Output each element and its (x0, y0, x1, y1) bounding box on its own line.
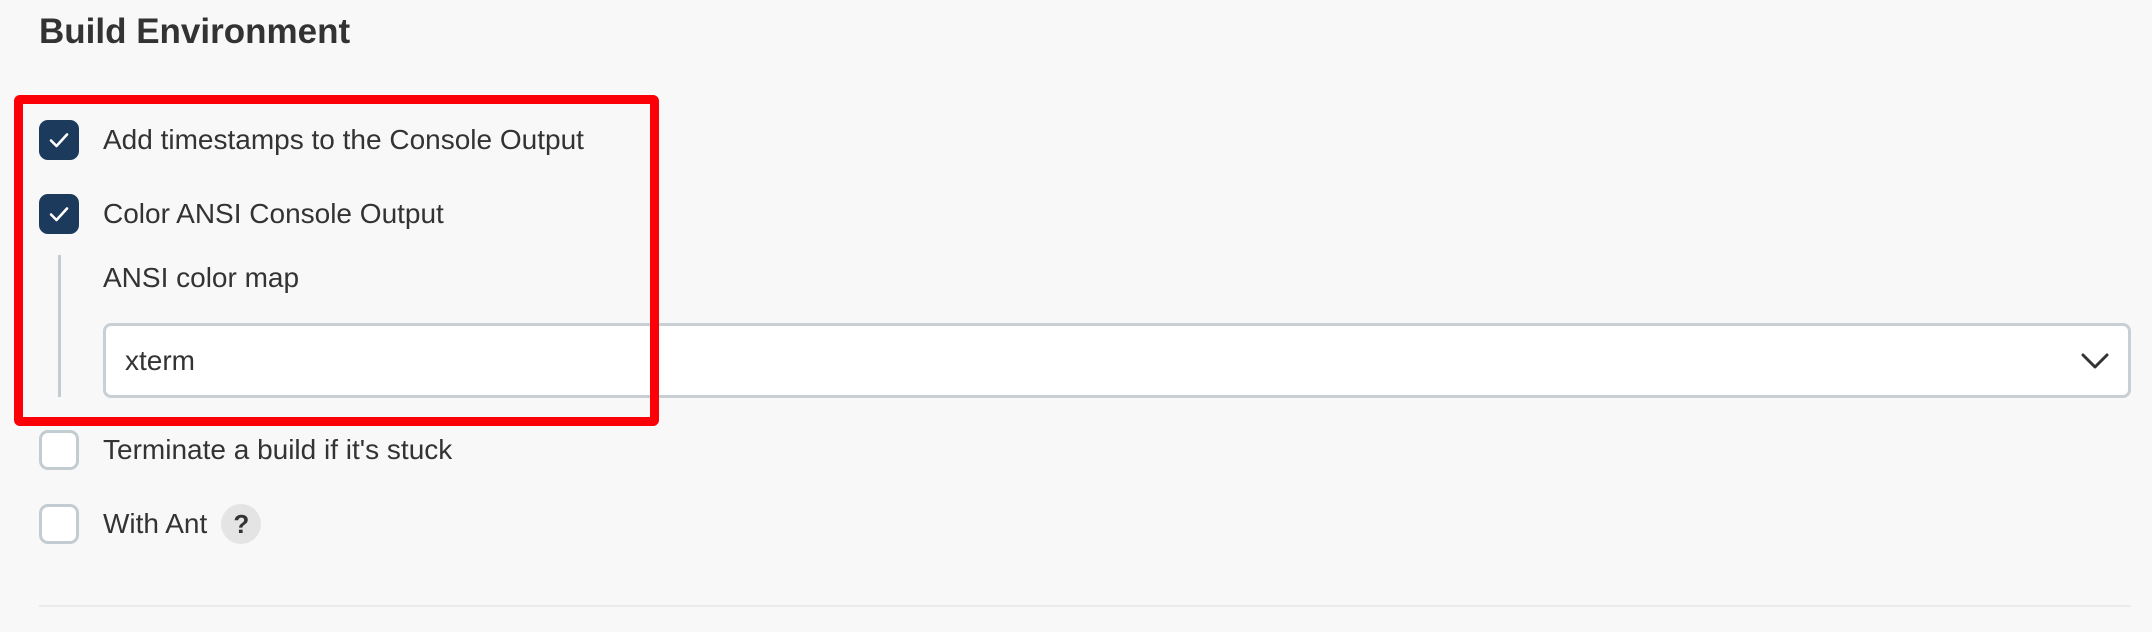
ansi-color-label: Color ANSI Console Output (103, 198, 444, 229)
with-ant-label: With Ant (103, 508, 208, 539)
section-title: Build Environment (39, 12, 351, 51)
timestamps-option[interactable]: Add timestamps to the Console Output (39, 118, 584, 162)
chevron-down-icon (2080, 351, 2110, 371)
ansi-color-checkbox[interactable] (39, 194, 79, 234)
timestamps-checkbox[interactable] (39, 120, 79, 160)
nested-options-bar (58, 255, 61, 397)
check-icon (49, 133, 69, 148)
check-icon (49, 207, 69, 222)
terminate-stuck-label: Terminate a build if it's stuck (103, 434, 453, 465)
terminate-stuck-checkbox[interactable] (39, 430, 79, 470)
with-ant-checkbox[interactable] (39, 504, 79, 544)
help-icon[interactable]: ? (221, 504, 262, 544)
ansi-color-map-label: ANSI color map (103, 262, 300, 293)
terminate-stuck-option[interactable]: Terminate a build if it's stuck (39, 428, 452, 472)
timestamps-label: Add timestamps to the Console Output (103, 124, 584, 155)
section-divider (39, 605, 2131, 607)
ansi-color-map-value: xterm (125, 344, 195, 376)
ansi-color-option[interactable]: Color ANSI Console Output (39, 192, 444, 236)
with-ant-option[interactable]: With Ant ? (39, 502, 262, 546)
ansi-color-map-select[interactable]: xterm (103, 323, 2131, 398)
